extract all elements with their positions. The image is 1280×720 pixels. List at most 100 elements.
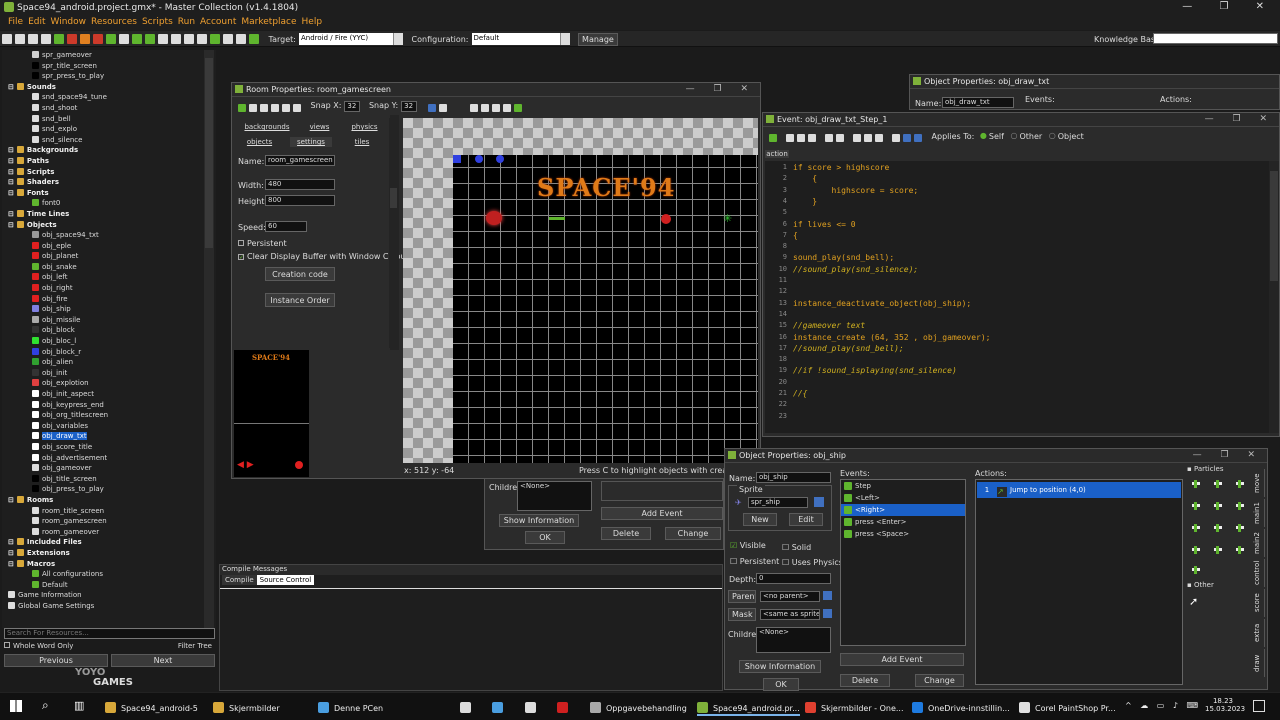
tab-tiles[interactable]: tiles <box>347 138 377 146</box>
menu-account[interactable]: Account <box>200 17 236 27</box>
parent-select[interactable]: <no parent> <box>760 591 820 602</box>
menu-file[interactable]: File <box>8 17 23 27</box>
parent-button[interactable]: Parent <box>728 590 756 603</box>
notification-icon[interactable] <box>1253 700 1265 712</box>
sprite-select[interactable]: spr_ship <box>748 497 808 508</box>
copy-icon[interactable] <box>864 134 872 142</box>
room-icon[interactable] <box>223 34 233 44</box>
menu-run[interactable]: Run <box>178 17 195 27</box>
shift-icon[interactable] <box>282 104 290 112</box>
particle-color-icon[interactable] <box>1211 499 1224 512</box>
tree-item[interactable]: obj_variables <box>2 421 216 432</box>
eple-instance[interactable] <box>661 214 671 224</box>
open-project-icon[interactable] <box>15 34 25 44</box>
code-line[interactable]: //gameover text <box>793 321 865 330</box>
collapse-icon[interactable]: ⊟ <box>8 538 14 546</box>
event-item[interactable]: <Right> <box>841 504 965 516</box>
collapse-icon[interactable]: ⊟ <box>8 210 14 218</box>
color-icon[interactable] <box>914 134 922 142</box>
windows-start-icon[interactable] <box>10 700 22 712</box>
target-select[interactable]: Android / Fire (YYC) <box>299 33 403 45</box>
taskbar-app-5[interactable] <box>492 698 508 716</box>
tree-folder[interactable]: ⊟ Time Lines <box>2 209 216 220</box>
list-icon[interactable] <box>503 104 512 112</box>
tree-item[interactable]: obj_planet <box>2 251 216 262</box>
configuration-select[interactable]: Default <box>471 33 570 45</box>
tab-views[interactable]: views <box>302 123 337 131</box>
help-icon[interactable] <box>514 104 523 112</box>
room-thumbnail[interactable]: SPACE'94 ◀ ▶ <box>234 350 309 477</box>
cursor-action-icon[interactable]: ➚ <box>1189 595 1198 608</box>
tab-move[interactable]: move <box>1253 469 1265 497</box>
particle-gravity-icon[interactable] <box>1211 521 1224 534</box>
resource-search-input[interactable]: Search For Resources... <box>4 628 215 639</box>
tree-folder[interactable]: ⊟ Backgrounds <box>2 145 216 156</box>
sound-icon[interactable] <box>119 34 129 44</box>
tree-item[interactable]: room_title_screen <box>2 506 216 517</box>
code-line[interactable]: instance_create (64, 352 , obj_gameover)… <box>793 333 990 342</box>
clean-icon[interactable] <box>93 34 103 44</box>
tree-item[interactable]: obj_eple <box>2 241 216 252</box>
zoom-out-icon[interactable] <box>481 104 490 112</box>
tab-source-control[interactable]: Source Control <box>256 575 315 585</box>
paste-icon[interactable] <box>875 134 883 142</box>
code-area[interactable]: 1 if score > highscore 2 {3 highscore = sc… <box>765 161 1269 433</box>
collapse-icon[interactable]: ⊟ <box>8 221 14 229</box>
events-list[interactable]: Step <Left> <Right> press <Enter> press <Spa… <box>840 479 966 646</box>
save-icon[interactable] <box>797 134 805 142</box>
create-particle-type-icon[interactable] <box>1189 499 1202 512</box>
open-icon[interactable] <box>260 104 268 112</box>
help-icon[interactable] <box>249 34 259 44</box>
clock[interactable]: 18.23 15.03.2023 <box>1205 697 1245 713</box>
room-name-input[interactable]: room_gamescreen <box>265 155 335 166</box>
tree-item[interactable]: obj_init_aspect <box>2 389 216 400</box>
destroy-particle-system-icon[interactable] <box>1211 477 1224 490</box>
code-line[interactable]: highscore = score; <box>793 186 919 195</box>
system-tray-icons[interactable]: ^ ☁ ▭ ♪ ⌨ <box>1125 701 1201 710</box>
taskbar-item[interactable]: Space94_android.pr... <box>697 698 800 716</box>
tree-item[interactable]: All configurations <box>2 569 216 580</box>
block-instance[interactable] <box>496 155 504 163</box>
room-height-input[interactable]: 800 <box>265 195 335 206</box>
clear-display-checkbox[interactable]: ✓ Clear Display Buffer with Window Colour <box>238 252 409 261</box>
collapse-icon[interactable]: ⊟ <box>8 157 14 165</box>
tree-item[interactable]: snd_space94_tune <box>2 92 216 103</box>
particle-motion-icon[interactable] <box>1189 521 1202 534</box>
resource-tree-scrollbar[interactable] <box>204 50 214 628</box>
collapse-icon[interactable]: ⊟ <box>8 168 14 176</box>
code-line[interactable]: //{ <box>793 389 807 398</box>
ok-check-icon[interactable] <box>769 134 777 142</box>
taskbar-app-6[interactable] <box>525 698 541 716</box>
collapse-icon[interactable]: ⊟ <box>8 496 14 504</box>
tree-folder[interactable]: ⊟ Sounds <box>2 82 216 93</box>
chevron-down-icon[interactable] <box>559 33 570 45</box>
taskbar-item[interactable]: Skjermbilder - One... <box>805 698 904 716</box>
object-radio[interactable]: ○ <box>1049 131 1056 140</box>
grid-icon[interactable] <box>427 104 436 112</box>
draw-txt-name-input[interactable]: obj_draw_txt <box>942 97 1014 108</box>
code-line[interactable]: //sound_play(snd_bell); <box>793 344 904 353</box>
tree-item[interactable]: obj_score_title <box>2 442 216 453</box>
burst-emitter-icon[interactable] <box>1233 543 1246 556</box>
collapse-icon[interactable]: ⊟ <box>8 83 14 91</box>
other-radio[interactable]: ○ <box>1011 131 1018 140</box>
mask-menu-icon[interactable] <box>823 609 832 618</box>
tree-item[interactable]: snd_bell <box>2 114 216 125</box>
tree-item[interactable]: snd_shoot <box>2 103 216 114</box>
snap-y-input[interactable]: 32 <box>401 101 418 112</box>
tree-item[interactable]: snd_silence <box>2 135 216 146</box>
code-line[interactable]: } <box>793 197 817 206</box>
tab-compile[interactable]: Compile <box>222 575 257 585</box>
event-item[interactable]: press <Space> <box>841 528 965 540</box>
block-instance[interactable] <box>453 155 461 163</box>
taskbar-item[interactable]: OneDrive-innstillin... <box>912 698 1010 716</box>
filter-tree-label[interactable]: Filter Tree <box>178 642 212 650</box>
print-icon[interactable] <box>808 134 816 142</box>
tree-item[interactable]: obj_advertisement <box>2 453 216 464</box>
persistent-checkbox[interactable]: Persistent <box>238 239 287 248</box>
create-exe-icon[interactable] <box>80 34 90 44</box>
resource-tree[interactable]: spr_gameover spr_title_screen spr_press_to… <box>2 50 216 628</box>
tree-item[interactable]: obj_space94_txt <box>2 230 216 241</box>
code-line[interactable]: if lives <= 0 <box>793 220 856 229</box>
tab-control[interactable]: control <box>1253 559 1265 587</box>
